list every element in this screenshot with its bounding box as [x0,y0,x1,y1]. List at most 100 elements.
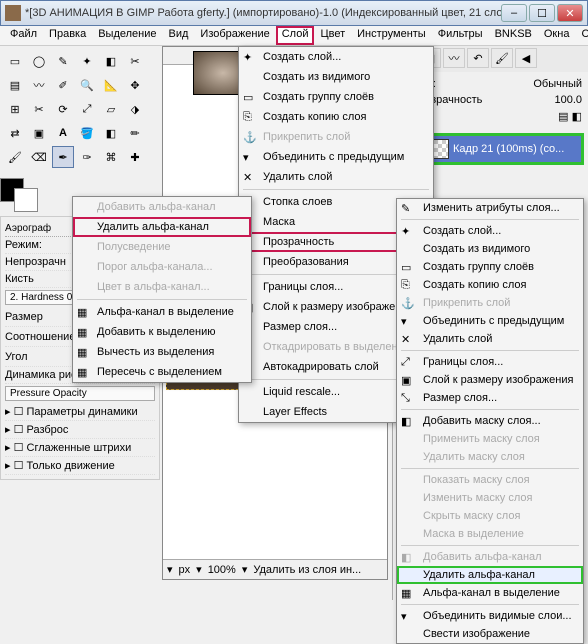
menu-bar: ФайлПравкаВыделениеВидИзображениеСлойЦве… [0,26,588,46]
menuitem: Показать маску слоя [397,471,583,489]
layer-opacity-value[interactable]: 100.0 [554,94,582,106]
menuitem[interactable]: Создать из видимого [397,240,583,258]
menu-icon: ▭ [243,91,257,105]
menuitem: Добавить альфа-канал [73,197,251,217]
menu-icon: ✦ [243,51,257,65]
menuitem[interactable]: Свести изображение [397,625,583,643]
tool-paths[interactable]: 〰 [28,74,50,96]
menuitem: Порог альфа-канала... [73,257,251,277]
tool-scissors[interactable]: ✂ [124,50,146,72]
tool-eraser[interactable]: ⌫ [28,146,50,168]
menuitem: Цвет в альфа-канал... [73,277,251,297]
menuitem[interactable]: ▦Альфа-канал в выделение [397,584,583,602]
menuitem[interactable]: ✎Изменить атрибуты слоя... [397,199,583,217]
menu-правка[interactable]: Правка [43,26,92,45]
menuitem[interactable]: ▾Объединить с предыдущим [397,312,583,330]
menu-инструменты[interactable]: Инструменты [351,26,432,45]
menuitem[interactable]: ✦Создать слой... [397,222,583,240]
tool-crop[interactable]: ✂ [28,98,50,120]
option-check[interactable]: ▸ ☐ Параметры динамики [5,405,138,418]
tool-move[interactable]: ✥ [124,74,146,96]
zoom-level[interactable]: 100% [208,564,236,576]
menu-файл[interactable]: Файл [4,26,43,45]
menu-выделение[interactable]: Выделение [92,26,162,45]
tool-zoom[interactable]: 🔍 [76,74,98,96]
dyn-select[interactable]: Pressure Opacity [5,386,155,401]
bg-color[interactable] [14,188,38,212]
menuitem[interactable]: ▦Пересечь с выделением [73,362,251,382]
menuitem[interactable]: ⎘Создать копию слоя [239,107,433,127]
tool-pencil[interactable]: ✏ [124,122,146,144]
menuitem[interactable]: ✕Удалить слой [397,330,583,348]
tool-fg-select[interactable]: ▤ [4,74,26,96]
unit-selector[interactable]: px [179,564,191,576]
size-label: Размер [5,311,43,323]
lock-icons[interactable]: ▤ ◧ [558,110,582,123]
menu-цвет[interactable]: Цвет [314,26,351,45]
mode-label: Режим: [5,239,42,251]
tool-cage[interactable]: ▣ [28,122,50,144]
option-check[interactable]: ▸ ☐ Только движение [5,459,115,472]
minimize-button[interactable]: – [501,4,527,22]
menuitem[interactable]: ✦Создать слой... [239,47,433,67]
menuitem[interactable]: Удалить альфа-канал [73,217,251,237]
menu-слой[interactable]: Слой [276,26,315,45]
maximize-button[interactable]: ☐ [529,4,555,22]
option-check[interactable]: ▸ ☐ Разброс [5,423,68,436]
menuitem[interactable]: Удалить альфа-канал [397,566,583,584]
tool-ellipse-select[interactable]: ◯ [28,50,50,72]
menu-icon: ⚓ [243,131,257,145]
menuitem[interactable]: ◧Добавить маску слоя... [397,412,583,430]
tool-airbrush[interactable]: ✒ [52,146,74,168]
tool-shear[interactable]: ▱ [100,98,122,120]
brush-tab-icon[interactable]: 🖌 [491,48,513,68]
layer-mode-value[interactable]: Обычный [533,78,582,90]
undo-tab-icon[interactable]: ↶ [467,48,489,68]
tool-perspective[interactable]: ⬗ [124,98,146,120]
menuitem[interactable]: ▦Вычесть из выделения [73,342,251,362]
tool-gradient[interactable]: ◧ [100,122,122,144]
menu-вид[interactable]: Вид [163,26,195,45]
menuitem[interactable]: ▦Альфа-канал в выделение [73,302,251,322]
menuitem[interactable]: ▾Объединить с предыдущим [239,147,433,167]
menuitem: Удалить маску слоя [397,448,583,466]
menuitem[interactable]: ▭Создать группу слоёв [239,87,433,107]
tool-text[interactable]: A [52,122,74,144]
tool-rect-select[interactable]: ▭ [4,50,26,72]
menuitem[interactable]: ⤢Границы слоя... [397,353,583,371]
tool-align[interactable]: ⊞ [4,98,26,120]
option-check[interactable]: ▸ ☐ Сглаженные штрихи [5,441,131,454]
tool-ink[interactable]: ✑ [76,146,98,168]
tool-bycolor[interactable]: ◧ [100,50,122,72]
tool-heal[interactable]: ✚ [124,146,146,168]
menuitem[interactable]: ⤡Размер слоя... [397,389,583,407]
menuitem[interactable]: ✕Удалить слой [239,167,433,187]
tool-bucket[interactable]: 🪣 [76,122,98,144]
menuitem[interactable]: ▣Слой к размеру изображения [397,371,583,389]
menu-фильтры[interactable]: Фильтры [432,26,489,45]
tool-measure[interactable]: 📐 [100,74,122,96]
menuitem[interactable]: ▦Добавить к выделению [73,322,251,342]
tool-scale[interactable]: ⤢ [76,98,98,120]
menu-bnksb[interactable]: BNKSB [489,26,538,45]
tool-flip[interactable]: ⇄ [4,122,26,144]
menuitem[interactable]: ▭Создать группу слоёв [397,258,583,276]
close-button[interactable]: ✕ [557,4,583,22]
tool-rotate[interactable]: ⟳ [52,98,74,120]
paths-tab-icon[interactable]: 〰 [443,48,465,68]
menu-tab-icon[interactable]: ◀ [515,48,537,68]
menu-справка[interactable]: Справка [575,26,588,45]
status-hint: Удалить из слоя ин... [253,564,361,576]
menu-окна[interactable]: Окна [538,26,576,45]
menuitem[interactable]: ⎘Создать копию слоя [397,276,583,294]
tool-clone[interactable]: ⌘ [100,146,122,168]
tool-fuzzy-select[interactable]: ✦ [76,50,98,72]
tool-picker[interactable]: ✐ [52,74,74,96]
status-bar: ▾ px▾ 100%▾ Удалить из слоя ин... [163,559,387,579]
menu-icon: ◧ [401,551,417,564]
tool-brush[interactable]: 🖌 [4,146,26,168]
menu-изображение[interactable]: Изображение [194,26,275,45]
menuitem[interactable]: Создать из видимого [239,67,433,87]
tool-lasso[interactable]: ✎ [52,50,74,72]
menuitem[interactable]: ▾Объединить видимые слои... [397,607,583,625]
